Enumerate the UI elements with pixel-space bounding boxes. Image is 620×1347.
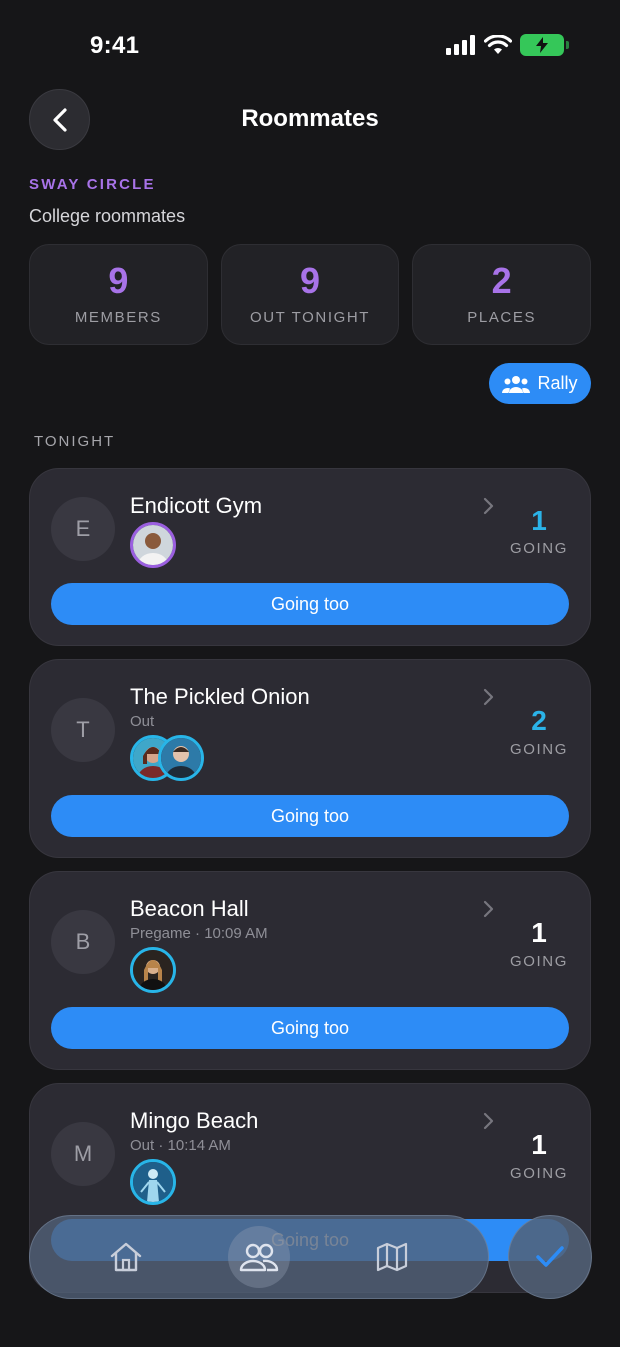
going-label: GOING xyxy=(509,540,568,557)
charging-bolt-icon xyxy=(536,37,548,53)
place-initial-avatar: T xyxy=(51,698,115,762)
stat-value: 2 xyxy=(491,260,512,301)
avatar-man-icon xyxy=(133,525,173,565)
signal-icon xyxy=(446,35,475,55)
stat-label: OUT TONIGHT xyxy=(249,309,371,326)
people-icon xyxy=(239,1243,279,1272)
place-card[interactable]: E Endicott Gym 1 GOING Going too xyxy=(29,468,591,646)
going-count: 1 xyxy=(531,505,547,536)
going-too-button[interactable]: Going too xyxy=(51,795,569,837)
stat-out-tonight: 9 OUT TONIGHT xyxy=(220,244,400,345)
going-count: 1 xyxy=(531,917,547,948)
status-time: 9:41 xyxy=(90,32,140,59)
avatar-figure-icon xyxy=(133,1162,173,1202)
going-count: 1 xyxy=(531,1129,547,1160)
status-icons xyxy=(446,34,569,56)
place-name: The Pickled Onion xyxy=(130,684,310,709)
page-title: Roommates xyxy=(241,105,379,132)
going-too-button[interactable]: Going too xyxy=(51,1007,569,1049)
group-icon xyxy=(502,375,531,393)
circle-name: College roommates xyxy=(29,206,186,226)
rally-button[interactable]: Rally xyxy=(489,363,591,404)
place-name: Endicott Gym xyxy=(130,493,263,518)
stat-label: PLACES xyxy=(467,309,537,326)
place-name: Beacon Hall xyxy=(130,896,249,921)
stat-value: 9 xyxy=(299,260,321,301)
going-too-button[interactable]: Going too xyxy=(51,583,569,625)
place-subtitle: Pregame · 10:09 AM xyxy=(130,925,268,942)
place-card[interactable]: B Beacon Hall Pregame · 10:09 AM 1 GOING… xyxy=(29,871,591,1070)
going-count: 2 xyxy=(531,705,547,736)
status-bar: 9:41 xyxy=(0,0,620,90)
place-subtitle: Out xyxy=(130,713,155,730)
stat-value: 9 xyxy=(108,260,129,301)
section-title: TONIGHT xyxy=(34,433,116,450)
stat-label: MEMBERS xyxy=(74,309,162,326)
battery-icon xyxy=(520,34,569,56)
attendee-avatar[interactable] xyxy=(130,947,176,993)
place-initial-avatar: B xyxy=(51,910,115,974)
place-initial-avatar: M xyxy=(51,1122,115,1186)
chevron-right-icon xyxy=(483,900,494,918)
circle-type-label: SWAY CIRCLE xyxy=(29,176,156,193)
attendee-avatar[interactable] xyxy=(130,522,176,568)
going-label: GOING xyxy=(509,741,568,758)
rally-label: Rally xyxy=(537,373,578,393)
avatar-man-icon xyxy=(161,738,201,778)
attendee-avatars xyxy=(130,1159,176,1205)
attendee-avatars xyxy=(130,735,204,781)
check-icon xyxy=(536,1246,564,1267)
place-name: Mingo Beach xyxy=(130,1108,259,1133)
tab-map[interactable] xyxy=(361,1226,423,1288)
going-label: GOING xyxy=(509,1165,568,1182)
attendee-avatars xyxy=(130,947,176,993)
chevron-right-icon xyxy=(483,688,494,706)
attendee-avatars xyxy=(130,522,176,568)
chevron-right-icon xyxy=(483,1112,494,1130)
tab-home[interactable] xyxy=(95,1226,157,1288)
tab-circles[interactable] xyxy=(227,1226,290,1288)
avatar-woman-icon xyxy=(133,950,173,990)
wifi-icon xyxy=(484,35,512,54)
going-label: GOING xyxy=(509,953,568,970)
map-icon xyxy=(376,1242,407,1272)
stats-row: 9 MEMBERS 9 OUT TONIGHT 2 PLACES xyxy=(29,244,592,345)
place-initial-avatar: E xyxy=(51,497,115,561)
stat-places: 2 PLACES xyxy=(412,244,592,345)
stat-members: 9 MEMBERS xyxy=(29,244,208,345)
attendee-avatar[interactable] xyxy=(158,735,204,781)
tab-bar xyxy=(29,1215,489,1299)
attendee-avatar[interactable] xyxy=(130,1159,176,1205)
chevron-right-icon xyxy=(483,497,494,515)
home-icon xyxy=(111,1242,142,1272)
place-card[interactable]: T The Pickled Onion Out 2 GOING Going to… xyxy=(29,659,591,858)
place-subtitle: Out · 10:14 AM xyxy=(130,1137,231,1154)
check-in-button[interactable] xyxy=(508,1215,592,1299)
